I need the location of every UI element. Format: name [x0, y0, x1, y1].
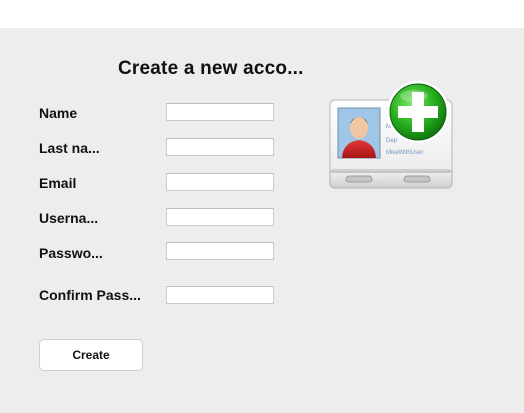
page-title: Create a new acco... — [118, 58, 304, 79]
username-field[interactable] — [166, 208, 274, 226]
name-label: Name — [39, 105, 78, 121]
email-label: Email — [39, 175, 77, 191]
username-label: Userna... — [39, 210, 99, 226]
last-name-field[interactable] — [166, 138, 274, 156]
card-text-line2: Dep — [386, 138, 398, 144]
last-name-label: Last na... — [39, 140, 100, 156]
account-window: Create a new acco... Name Last na... Ema… — [0, 28, 524, 413]
create-button[interactable]: Create — [39, 339, 143, 371]
confirm-password-label: Confirm Pass... — [39, 287, 141, 303]
email-field[interactable] — [166, 173, 274, 191]
password-field[interactable] — [166, 242, 274, 260]
confirm-password-field[interactable] — [166, 286, 274, 304]
add-contact-card-icon: Mike Dep MikeWithUser — [329, 81, 453, 189]
name-field[interactable] — [166, 103, 274, 121]
password-label: Passwo... — [39, 245, 103, 261]
card-text-line3: MikeWithUser — [386, 150, 423, 156]
